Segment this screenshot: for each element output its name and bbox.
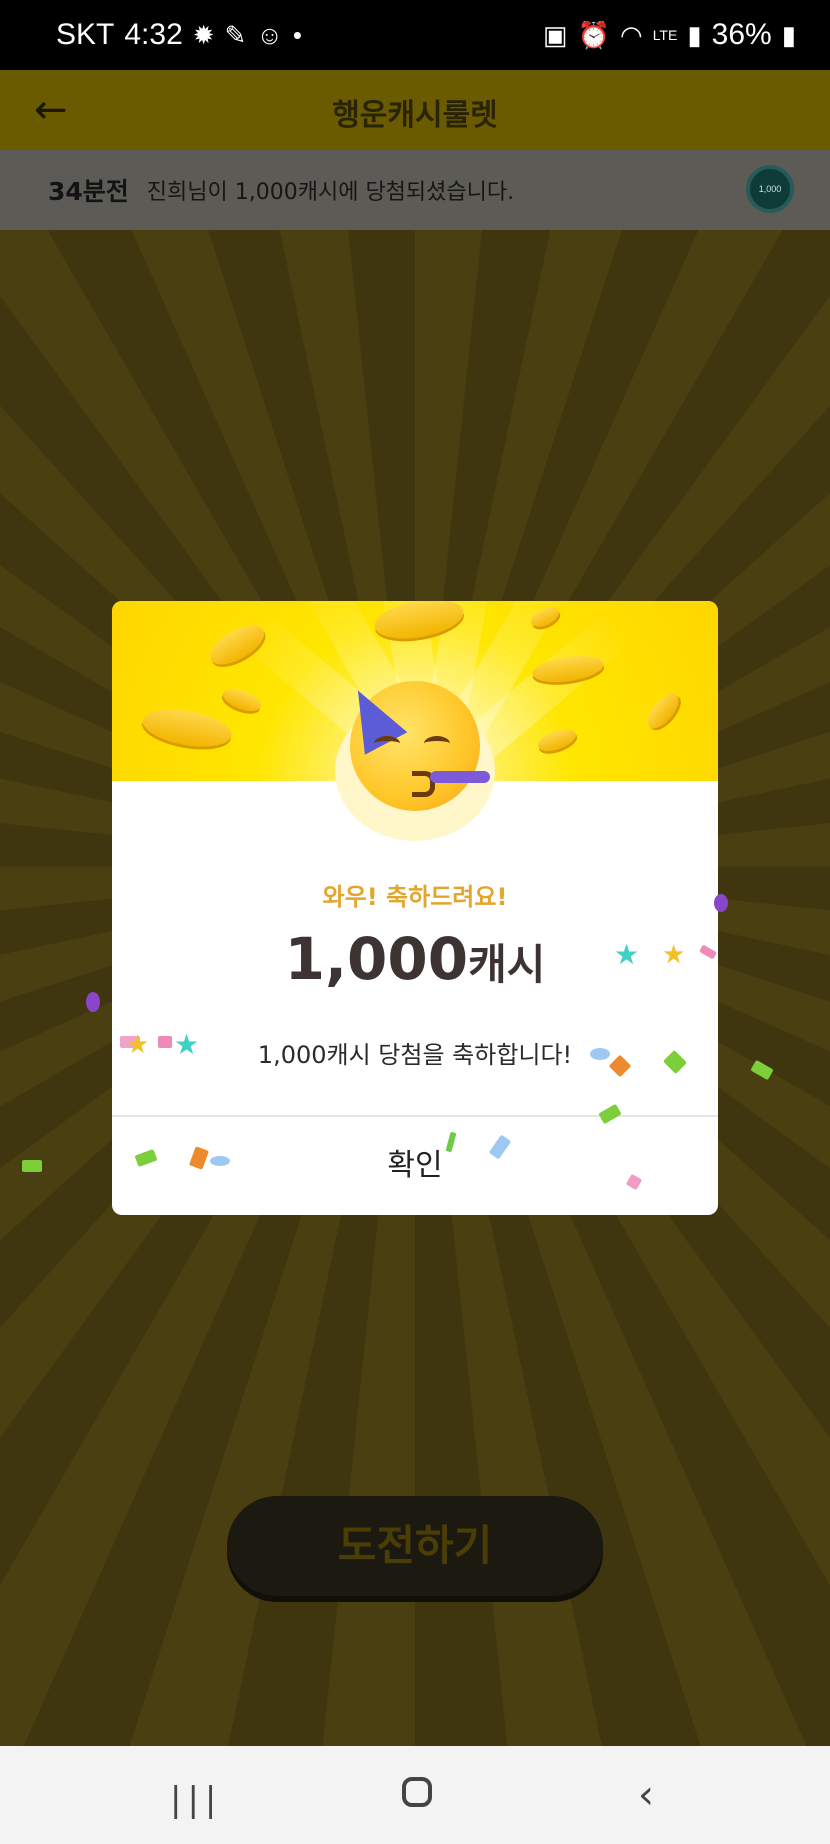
winner-ticker: 34분전 진희님이 1,000캐시에 당첨되셨습니다. 1,000 (0, 150, 830, 230)
system-nav-bar: ||| ‹ (0, 1746, 830, 1844)
coin-icon (530, 652, 606, 686)
battery-icon: ▮ (781, 19, 796, 50)
status-left: SKT 4:32 ✹ ✎ ☺ • (56, 18, 302, 52)
confetti-piece (714, 894, 728, 912)
app-bar: ← 행운캐시룰렛 (0, 70, 830, 150)
emoji-eye (374, 736, 400, 751)
battery-saver-icon: ▣ (543, 19, 568, 50)
clock: 4:32 (124, 18, 183, 51)
page-title: 행운캐시룰렛 (332, 98, 498, 133)
face-icon: ☺ (256, 19, 283, 50)
alarm-icon: ⏰ (577, 19, 610, 50)
battery-level: 36% (711, 18, 772, 51)
party-whistle-icon (430, 771, 490, 783)
dot-icon: • (292, 19, 302, 50)
carrier-label: SKT (56, 18, 115, 51)
network-type-label: LTE (652, 27, 678, 43)
signal-icon: ▮ (687, 19, 702, 50)
star-confetti-icon: ★ (662, 940, 686, 970)
challenge-button[interactable]: 도전하기 (227, 1496, 603, 1596)
back-icon[interactable]: ‹ (638, 1772, 654, 1818)
wifi-icon: ◠ (620, 19, 643, 50)
prize-amount-unit: 캐시 (468, 940, 546, 989)
status-right: ▣ ⏰ ◠ LTE ▮ 36% ▮ (543, 18, 796, 52)
emoji-eye (424, 736, 450, 751)
coin-icon (220, 684, 264, 716)
confetti-piece (210, 1156, 230, 1166)
dialog-headline: 와우! 축하드려요! (322, 883, 508, 911)
confetti-piece (590, 1048, 610, 1060)
ticker-message: 진희님이 1,000캐시에 당첨되셨습니다. (146, 180, 515, 205)
coin-badge-icon: 1,000 (746, 165, 794, 213)
coin-icon (139, 703, 235, 753)
confetti-piece (22, 1160, 42, 1172)
status-bar: SKT 4:32 ✹ ✎ ☺ • ▣ ⏰ ◠ LTE ▮ 36% ▮ (0, 0, 830, 70)
confetti-piece (86, 992, 100, 1012)
win-dialog: 와우! 축하드려요! 1,000캐시 1,000캐시 당첨을 축하합니다! 확인 (112, 601, 718, 1215)
gear-icon: ✹ (192, 19, 215, 50)
clip-icon: ✎ (224, 19, 247, 50)
prize-amount-number: 1,000 (284, 925, 469, 993)
recents-icon[interactable]: ||| (170, 1780, 222, 1820)
coin-icon (535, 724, 579, 756)
ticker-time: 34분전 (48, 177, 129, 206)
star-confetti-icon: ★ (174, 1028, 200, 1061)
confetti-piece (158, 1036, 172, 1048)
coin-icon (641, 688, 685, 734)
home-icon[interactable] (402, 1777, 432, 1807)
star-confetti-icon: ★ (126, 1030, 150, 1060)
star-confetti-icon: ★ (614, 938, 640, 971)
